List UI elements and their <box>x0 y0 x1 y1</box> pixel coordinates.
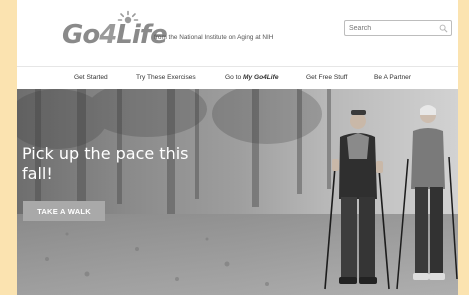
nav-my-go4life[interactable]: Go to My Go4Life <box>225 74 279 81</box>
site-tagline: from the National Institute on Aging at … <box>154 34 274 41</box>
logo-four: 4 <box>99 20 117 50</box>
nav-try-exercises[interactable]: Try These Exercises <box>136 74 196 81</box>
site-header: Go4Life from the National Institute on A… <box>17 0 458 66</box>
search-icon[interactable] <box>439 24 448 33</box>
nav-be-a-partner[interactable]: Be A Partner <box>374 74 411 81</box>
hero-banner: Pick up the pace this fall! TAKE A WALK <box>17 89 458 295</box>
search-box[interactable] <box>344 20 452 36</box>
nav-my-go4life-brand: My Go4Life <box>242 74 279 81</box>
hero-headline: Pick up the pace this fall! <box>22 143 189 183</box>
hero-photo <box>17 89 458 295</box>
go4life-logo[interactable]: Go4Life <box>62 10 168 50</box>
nav-my-go4life-prefix: Go to <box>225 74 243 81</box>
logo-wordmark: Go4Life <box>62 20 168 50</box>
nav-free-stuff[interactable]: Get Free Stuff <box>306 74 347 81</box>
nav-get-started[interactable]: Get Started <box>74 74 108 81</box>
logo-go: Go <box>62 20 100 50</box>
take-a-walk-button[interactable]: TAKE A WALK <box>23 201 105 221</box>
web-page: Go4Life from the National Institute on A… <box>17 0 458 295</box>
main-nav: Get Started Try These Exercises Go to My… <box>17 66 458 89</box>
search-input[interactable] <box>349 24 435 33</box>
sun-logo-icon <box>117 10 139 24</box>
